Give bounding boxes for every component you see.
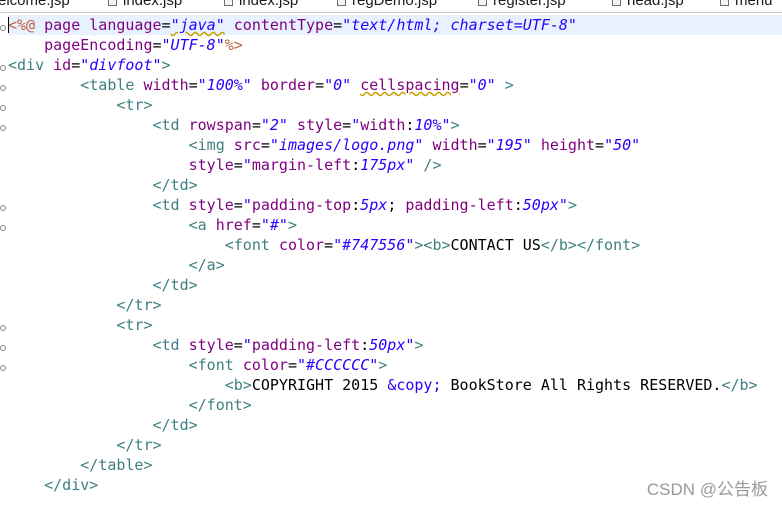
fold-toggle-icon[interactable] xyxy=(0,85,6,91)
code-line[interactable]: </td> xyxy=(8,415,782,435)
code-line[interactable]: <td rowspan="2" style="width:10%"> xyxy=(8,115,782,135)
code-line[interactable]: <img src="images/logo.png" width="195" h… xyxy=(8,135,782,155)
tab-welcome-jsp[interactable]: elcome.jsp xyxy=(0,0,70,12)
code-line[interactable]: </font> xyxy=(8,395,782,415)
code-line[interactable]: <font color="#CCCCCC"> xyxy=(8,355,782,375)
fold-toggle-icon[interactable] xyxy=(0,125,6,131)
code-line[interactable]: <td style="padding-top:5px; padding-left… xyxy=(8,195,782,215)
code-line[interactable]: </a> xyxy=(8,255,782,275)
code-line[interactable]: </table> xyxy=(8,455,782,475)
fold-toggle-icon[interactable] xyxy=(0,105,6,111)
code-line[interactable]: </tr> xyxy=(8,435,782,455)
code-line[interactable]: <div id="divfoot"> xyxy=(8,55,782,75)
code-line[interactable]: </tr> xyxy=(8,295,782,315)
jsp-file-icon xyxy=(612,0,621,6)
fold-toggle-icon[interactable] xyxy=(0,325,6,331)
code-line[interactable]: <td style="padding-left:50px"> xyxy=(8,335,782,355)
tab-index-jsp-2[interactable]: index.jsp xyxy=(224,0,298,12)
jsp-file-icon xyxy=(720,0,729,6)
fold-toggle-icon[interactable] xyxy=(0,345,6,351)
fold-toggle-icon[interactable] xyxy=(0,225,6,231)
code-line[interactable]: <a href="#"> xyxy=(8,215,782,235)
jsp-file-icon xyxy=(337,0,346,6)
code-line[interactable]: <b>COPYRIGHT 2015 &copy; BookStore All R… xyxy=(8,375,782,395)
jsp-file-icon xyxy=(224,0,233,6)
editor-tab-bar: elcome.jsp index.jsp index.jsp regDemo.j… xyxy=(0,0,782,13)
text-caret xyxy=(8,17,9,33)
code-line[interactable]: pageEncoding="UTF-8"%> xyxy=(8,35,782,55)
tab-regdemo-jsp[interactable]: regDemo.jsp xyxy=(337,0,437,12)
code-line[interactable]: </td> xyxy=(8,175,782,195)
code-editor[interactable]: <%@ page language="java" contentType="te… xyxy=(8,15,782,495)
code-line[interactable]: <font color="#747556"><b>CONTACT US</b><… xyxy=(8,235,782,255)
jsp-file-icon xyxy=(108,0,117,6)
jsp-file-icon xyxy=(478,0,487,6)
code-line[interactable]: <table width="100%" border="0" cellspaci… xyxy=(8,75,782,95)
tab-register-jsp[interactable]: register.jsp xyxy=(478,0,566,12)
folding-ruler xyxy=(0,13,8,508)
code-line[interactable]: <tr> xyxy=(8,315,782,335)
code-line[interactable]: </td> xyxy=(8,275,782,295)
code-line[interactable]: style="margin-left:175px" /> xyxy=(8,155,782,175)
tab-menu[interactable]: menu xyxy=(720,0,773,12)
code-line[interactable]: <%@ page language="java" contentType="te… xyxy=(8,15,782,35)
watermark: CSDN @公告板 xyxy=(646,480,768,499)
fold-toggle-icon[interactable] xyxy=(0,65,6,71)
tab-index-jsp[interactable]: index.jsp xyxy=(108,0,182,12)
tab-head-jsp[interactable]: head.jsp xyxy=(612,0,684,12)
fold-toggle-icon[interactable] xyxy=(0,365,6,371)
fold-toggle-icon[interactable] xyxy=(0,205,6,211)
code-line[interactable]: <tr> xyxy=(8,95,782,115)
fold-toggle-icon[interactable] xyxy=(0,25,6,31)
